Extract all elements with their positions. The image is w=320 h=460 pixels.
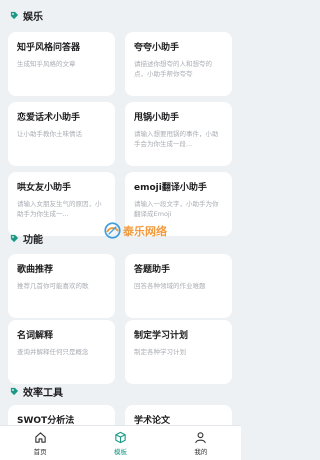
tag-icon [10, 11, 19, 20]
card-description: 回答各种领域的作业难题 [134, 282, 206, 290]
card-title: 学术论文 [134, 416, 171, 425]
card-title: emoji翻译小助手 [134, 183, 207, 193]
card-title: 恋爱话术小助手 [17, 113, 81, 123]
tab-mine[interactable]: 我的 [171, 431, 231, 456]
card-title: 知乎风格问答器 [17, 43, 81, 53]
card-description: 推荐几首你可能喜欢的歌 [17, 282, 89, 290]
template-card[interactable]: 歌曲推荐 推荐几首你可能喜欢的歌 [8, 254, 115, 318]
template-card[interactable]: 甩锅小助手 请输入想要甩锅的事件，小助手会为你生成一段... [125, 102, 232, 166]
template-card[interactable]: 恋爱话术小助手 让小助手教你土味情话 [8, 102, 115, 166]
section-title: 娱乐 [23, 11, 43, 23]
template-card[interactable]: 答题助手 回答各种领域的作业难题 [125, 254, 232, 318]
card-title: 制定学习计划 [134, 331, 189, 341]
template-card[interactable]: 夸夸小助手 请描述你想夸的人和想夸的点，小助手帮你夸夸 [125, 32, 232, 96]
user-icon [195, 431, 207, 443]
section-header-entertainment: 娱乐 [10, 7, 43, 23]
watermark: 泰乐网络 [104, 222, 167, 239]
tag-icon [10, 234, 19, 243]
tab-home[interactable]: 首页 [10, 431, 70, 456]
card-title: 歌曲推荐 [17, 265, 54, 275]
card-title: 哄女友小助手 [17, 183, 72, 193]
home-icon [34, 431, 46, 443]
card-title: 甩锅小助手 [134, 113, 180, 123]
tab-label: 我的 [194, 447, 208, 456]
card-title: 答题助手 [134, 265, 171, 275]
tab-label: 首页 [33, 447, 47, 456]
card-description: 请输入女朋友生气的原因，小助手为你生成一... [17, 200, 102, 218]
section-title: 效率工具 [23, 387, 63, 399]
template-card[interactable]: 制定学习计划 制定各种学习计划 [125, 320, 232, 384]
card-description: 请输入想要甩锅的事件，小助手会为你生成一段... [134, 130, 219, 148]
section-header-productivity: 效率工具 [10, 383, 63, 399]
card-description: 制定各种学习计划 [134, 348, 186, 356]
card-description: 让小助手教你土味情话 [17, 130, 82, 138]
card-description: 生成知乎风格的文章 [17, 60, 76, 68]
watermark-text: 泰乐网络 [123, 224, 167, 238]
template-cube-icon [115, 431, 126, 443]
template-card[interactable]: 哄女友小助手 请输入女朋友生气的原因，小助手为你生成一... [8, 172, 115, 236]
template-card[interactable]: 知乎风格问答器 生成知乎风格的文章 [8, 32, 115, 96]
section-title: 功能 [23, 234, 43, 246]
card-title: SWOT分析法 [17, 416, 75, 425]
watermark-logo-icon [104, 222, 121, 239]
template-card[interactable]: 名词解释 查询并解释任何只是概念 [8, 320, 115, 384]
tab-templates[interactable]: 模板 [90, 431, 150, 456]
card-description: 请输入一段文字，小助手为你翻译成Emoji [134, 200, 219, 218]
template-card[interactable]: SWOT分析法 [8, 405, 115, 425]
card-description: 查询并解释任何只是概念 [17, 348, 89, 356]
card-title: 夸夸小助手 [134, 43, 180, 53]
template-list[interactable]: 娱乐 知乎风格问答器 生成知乎风格的文章 夸夸小助手 请描述你想夸的人和想夸的点… [0, 0, 241, 425]
tag-icon [10, 387, 19, 396]
card-title: 名词解释 [17, 331, 54, 341]
section-header-functions: 功能 [10, 230, 43, 246]
template-card[interactable]: 学术论文 [125, 405, 232, 425]
tab-label: 模板 [113, 447, 127, 456]
bottom-tab-bar: 首页 模板 我的 [0, 425, 241, 460]
card-description: 请描述你想夸的人和想夸的点，小助手帮你夸夸 [134, 60, 212, 78]
